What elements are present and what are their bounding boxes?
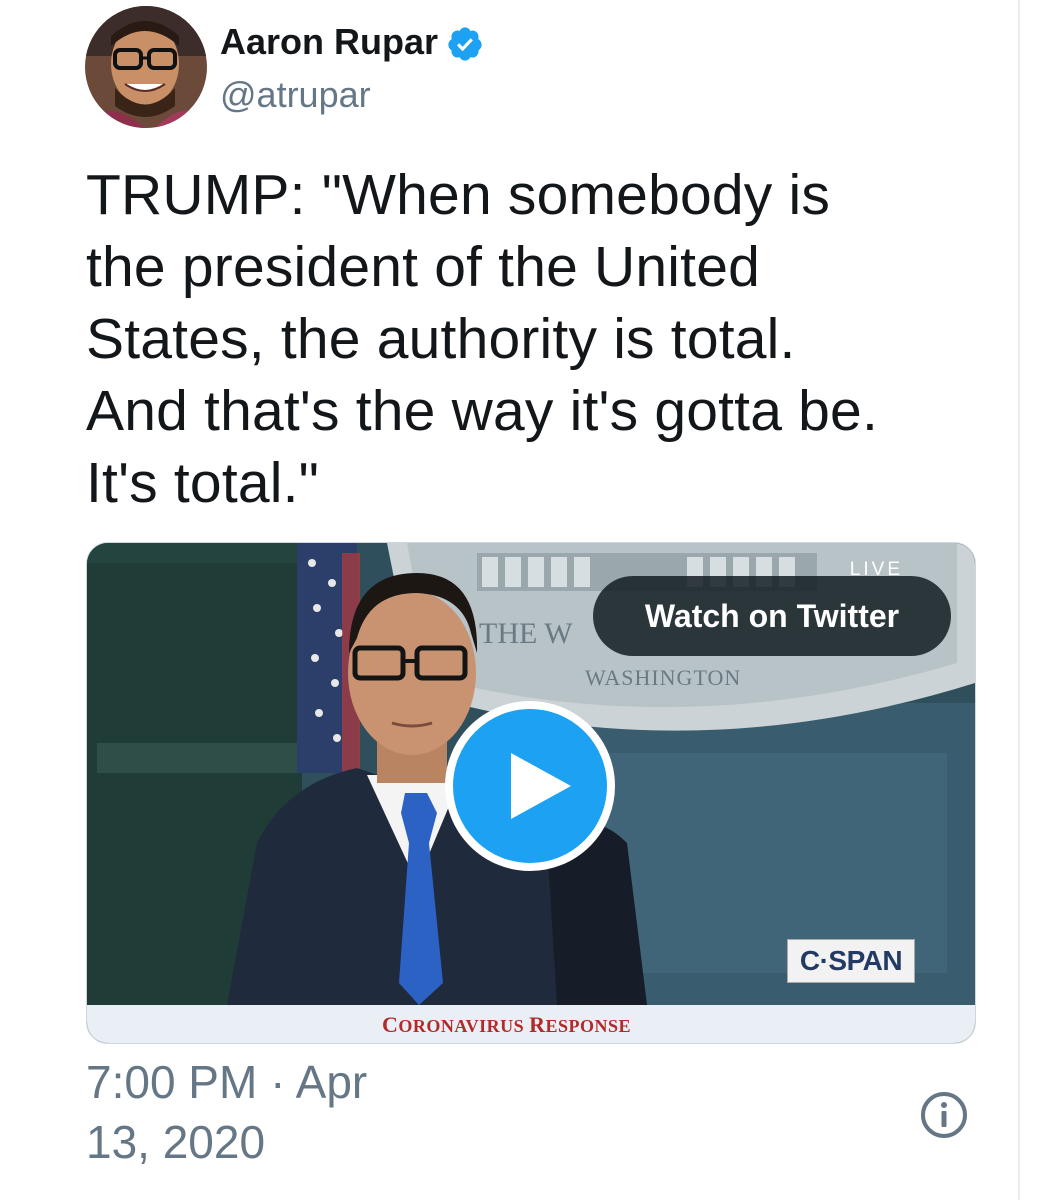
author-handle[interactable]: @atrupar — [220, 73, 371, 117]
play-icon — [511, 753, 571, 819]
tweet-text: TRUMP: "When somebody is the president o… — [86, 163, 878, 515]
column-divider — [1018, 0, 1020, 1200]
avatar[interactable] — [85, 6, 207, 128]
backdrop-text-1: THE W — [479, 617, 573, 650]
backdrop-text-2: WASHINGTON — [585, 665, 741, 690]
tweet-page: Aaron Rupar @atrupar TRUMP: "When somebo… — [0, 0, 1058, 1200]
cspan-logo: C·SPAN — [787, 939, 915, 983]
video-player[interactable]: THE W WASHINGTON LIVE Watch on Twitter C… — [86, 542, 976, 1044]
chyron: CORONAVIRUS RESPONSE — [87, 1005, 975, 1043]
chyron-second-cap: R — [529, 1012, 546, 1037]
play-button[interactable] — [445, 701, 615, 871]
chyron-second-rest: ESPONSE — [545, 1016, 632, 1036]
timestamp[interactable]: 7:00 PM · Apr 13, 2020 — [86, 1052, 486, 1172]
chyron-first-rest: ORONAVIRUS — [398, 1016, 530, 1036]
info-icon[interactable] — [919, 1090, 969, 1140]
chyron-first-cap: C — [382, 1012, 399, 1037]
verified-badge-icon — [446, 25, 484, 63]
watch-on-twitter-button[interactable]: Watch on Twitter — [593, 576, 951, 656]
author-name[interactable]: Aaron Rupar — [220, 20, 438, 64]
